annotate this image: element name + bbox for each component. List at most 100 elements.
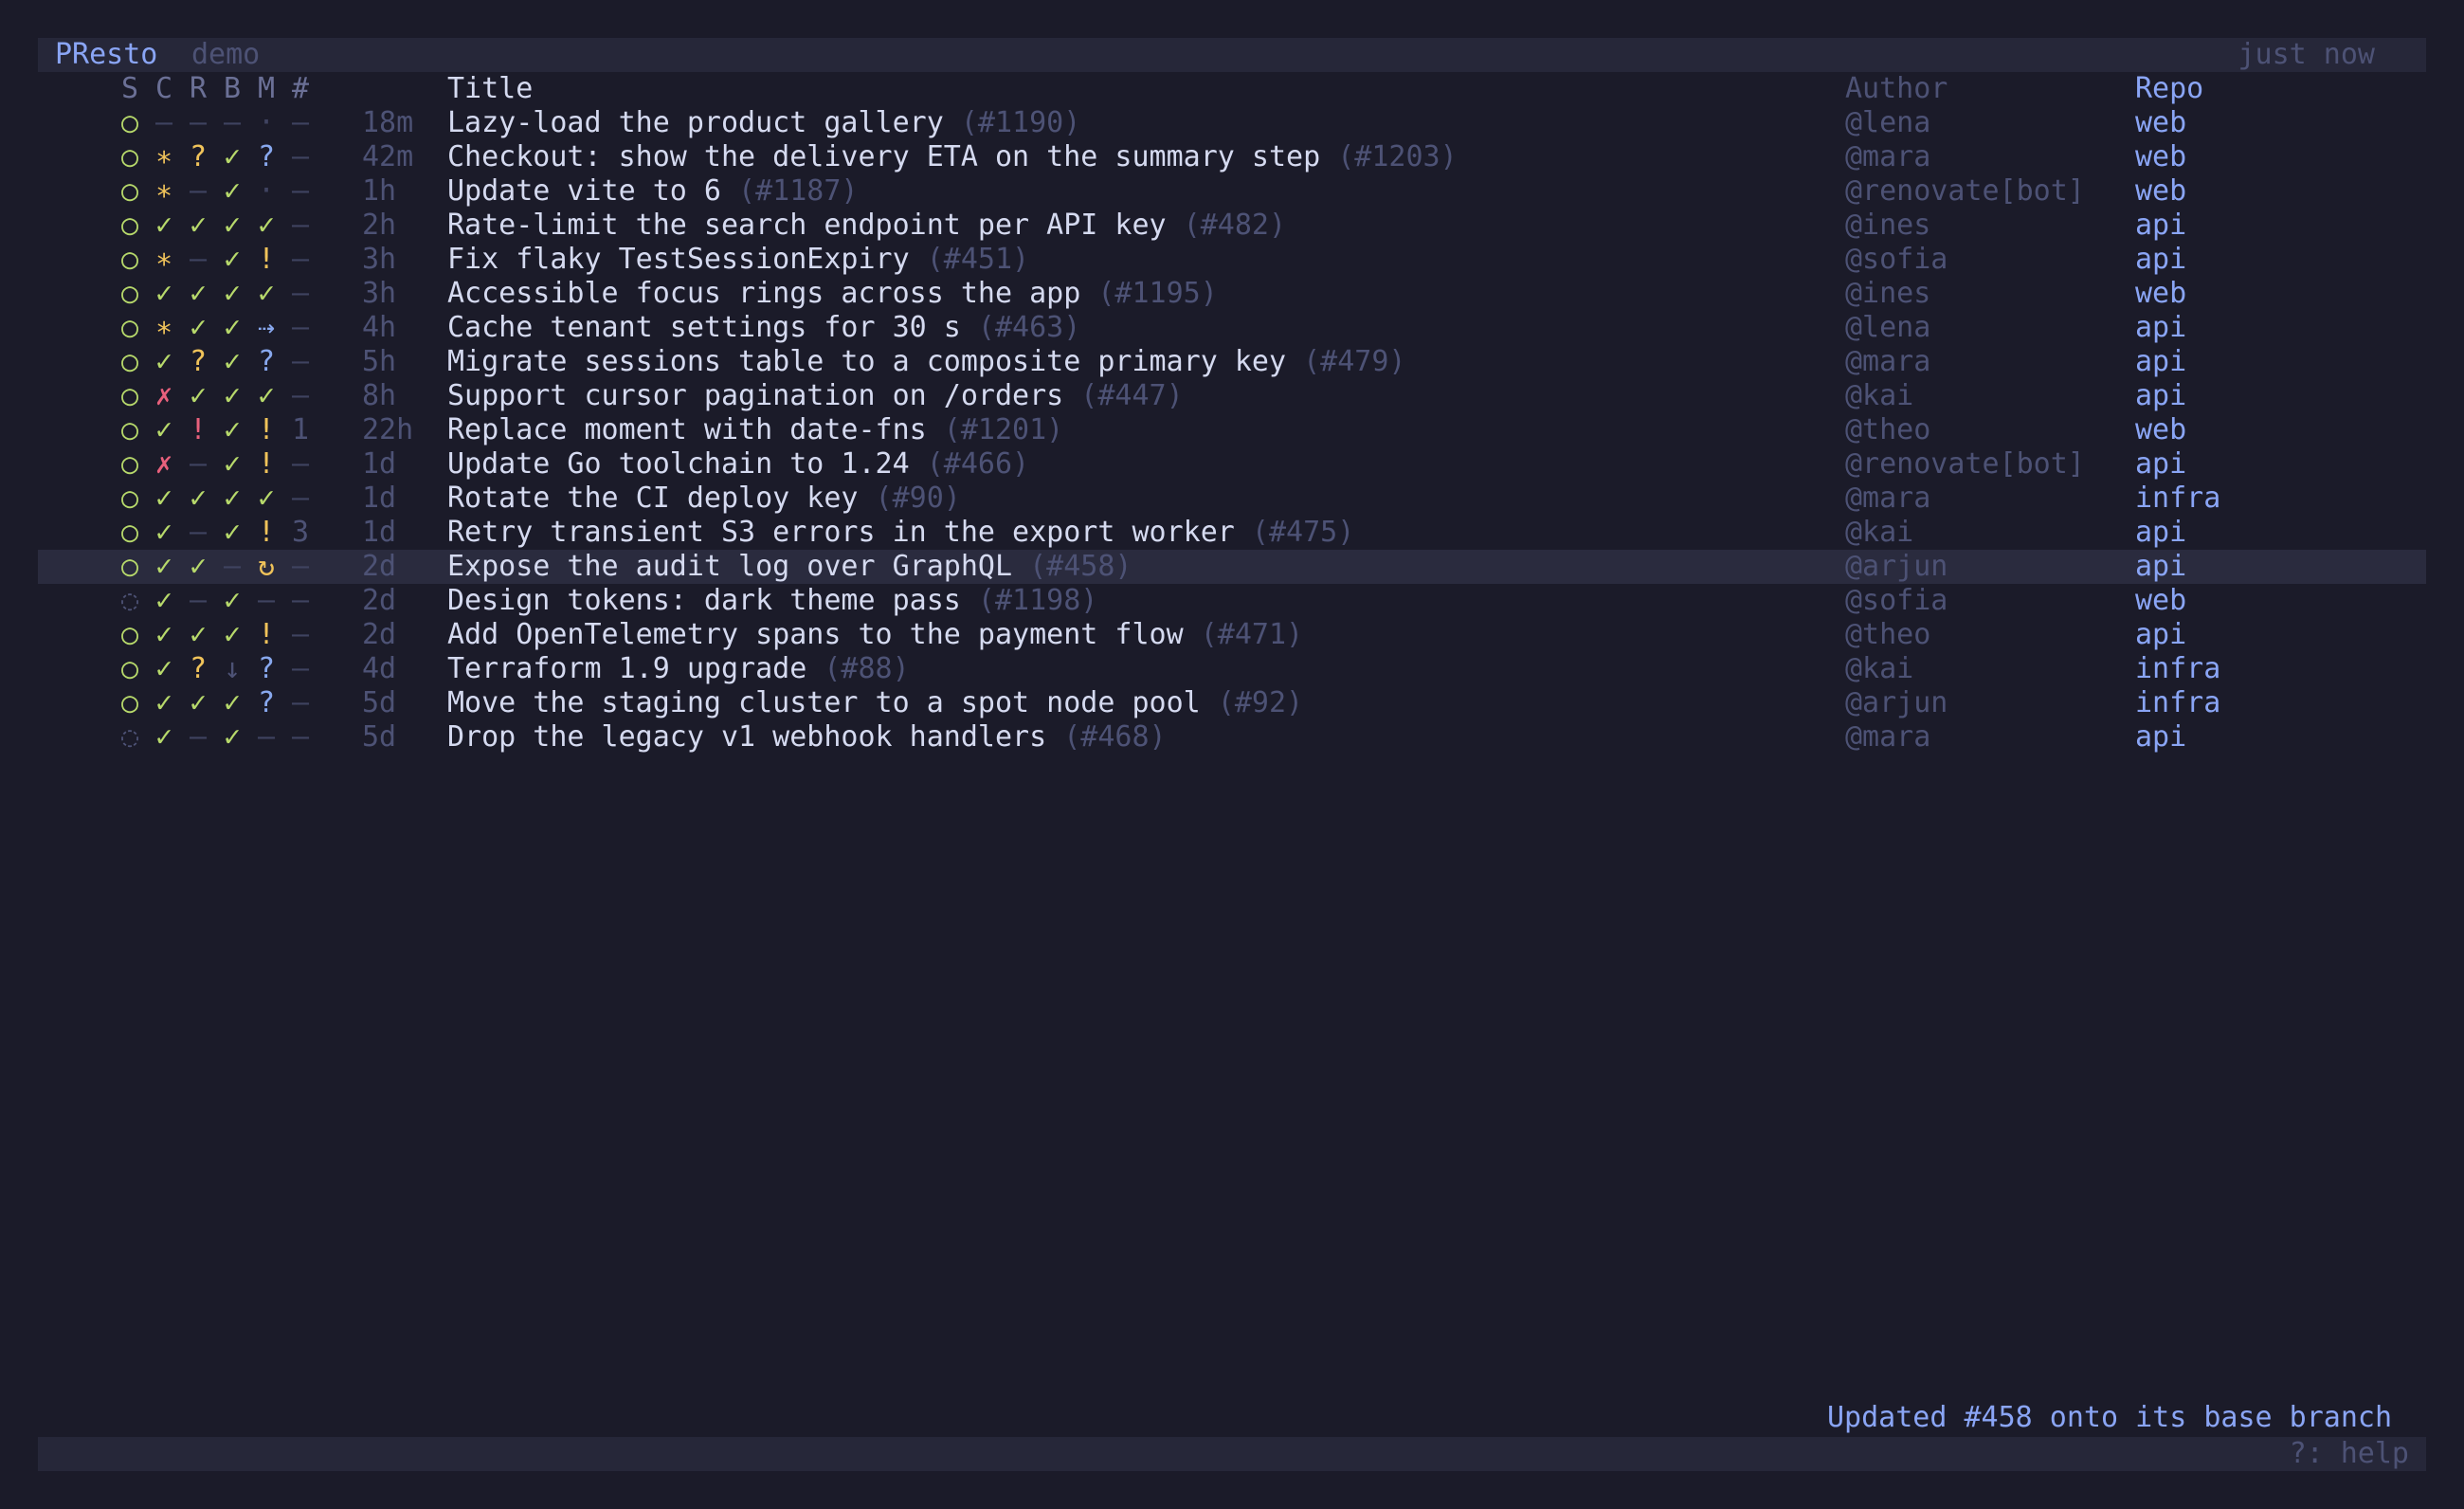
pr-number: (#468): [1063, 720, 1167, 754]
pr-title-cell[interactable]: Migrate sessions table to a composite pr…: [447, 345, 1405, 379]
pr-title-cell[interactable]: Update vite to 6 (#1187): [447, 174, 858, 209]
pr-title-cell[interactable]: Expose the audit log over GraphQL (#458): [447, 550, 1132, 584]
pr-title: Fix flaky TestSessionExpiry: [447, 243, 910, 276]
pr-row[interactable]: ◌ ✓ – ✓ – –2d Design tokens: dark theme pass (…: [38, 584, 2426, 618]
review-status-icon: ✓: [190, 550, 208, 583]
review-status-icon: –: [190, 174, 208, 208]
pr-title-cell[interactable]: Design tokens: dark theme pass (#1198): [447, 584, 1097, 618]
pr-row[interactable]: ○ ✗ – ✓! –1d Update Go toolchain to 1.24 (#46…: [38, 447, 2426, 482]
pr-title-cell[interactable]: Accessible focus rings across the app (#…: [447, 277, 1218, 311]
pr-row[interactable]: ○ ✗ ✓ ✓ ✓ –8h Support cursor pagination on /or…: [38, 379, 2426, 413]
pr-row[interactable]: ○ ✓? ↓? –4d Terraform 1.9 upgrade (#88) @kai i…: [38, 652, 2426, 686]
ci-status-icon: ✗: [155, 379, 173, 412]
pr-row[interactable]: ○ ∗ – ✓ · –1h Update vite to 6 (#1187) @renovat…: [38, 174, 2426, 209]
pr-author: @theo: [1845, 618, 1931, 651]
pr-repo: web: [2135, 106, 2187, 139]
pr-title-cell[interactable]: Checkout: show the delivery ETA on the s…: [447, 140, 1458, 174]
branch-status-icon: ✓: [224, 686, 242, 719]
branch-status-icon: ✓: [224, 413, 242, 446]
pr-number: (#1190): [960, 106, 1081, 139]
pr-title-cell[interactable]: Drop the legacy v1 webhook handlers (#46…: [447, 720, 1167, 754]
pr-row[interactable]: ○ ∗ – ✓! –3h Fix flaky TestSessionExpiry (#45…: [38, 243, 2426, 277]
pr-repo: infra: [2135, 686, 2221, 719]
column-header-merge[interactable]: M: [258, 72, 275, 106]
pr-row[interactable]: ○ ✓ ✓ – ↻ –2d Expose the audit log over GraphQ…: [38, 550, 2426, 584]
pr-row[interactable]: ○ ✓ ✓ ✓ ✓ –1d Rotate the CI deploy key (#90) @m…: [38, 482, 2426, 516]
branch-status-icon: ✓: [224, 311, 242, 344]
pr-title-cell[interactable]: Support cursor pagination on /orders (#4…: [447, 379, 1184, 413]
review-status-icon: ?: [190, 140, 208, 173]
pr-number: (#479): [1303, 345, 1406, 378]
status-bar-content: ?: help: [38, 1437, 2426, 1471]
pr-title: Rotate the CI deploy key: [447, 482, 859, 515]
branch-status-icon: ✓: [224, 618, 242, 651]
review-status-icon: ✓: [190, 277, 208, 310]
pr-row[interactable]: ○ ✓ ✓ ✓ ✓ –3h Accessible focus rings across th…: [38, 277, 2426, 311]
comment-count: –: [292, 550, 310, 583]
pr-row[interactable]: ○ ✓ ✓ ✓ ✓ –2h Rate-limit the search endpoint p…: [38, 209, 2426, 243]
pr-row[interactable]: ○ – – – · –18m Lazy-load the product gallery (…: [38, 106, 2426, 140]
comment-count: –: [292, 584, 310, 617]
pr-title-cell[interactable]: Terraform 1.9 upgrade (#88): [447, 652, 910, 686]
column-header-branch[interactable]: B: [224, 72, 241, 106]
comment-count: –: [292, 209, 310, 242]
pr-title-cell[interactable]: Add OpenTelemetry spans to the payment f…: [447, 618, 1303, 652]
branch-status-icon: ✓: [224, 379, 242, 412]
pr-repo: infra: [2135, 482, 2221, 515]
pr-row[interactable]: ○ ∗ ✓ ✓ ⇢ – 4h Cache tenant settings for 30 s (…: [38, 311, 2426, 345]
pr-age: 1h: [362, 174, 397, 208]
pr-author: @renovate[bot]: [1845, 174, 2085, 208]
merge-status-icon: ↻: [258, 550, 276, 583]
pr-repo: infra: [2135, 652, 2221, 685]
branch-status-icon: –: [224, 550, 242, 583]
pr-age: 2d: [362, 550, 397, 583]
review-status-icon: !: [190, 413, 208, 446]
pr-title-cell[interactable]: Move the staging cluster to a spot node …: [447, 686, 1303, 720]
pr-author: @mara: [1845, 720, 1931, 754]
comment-count: –: [292, 482, 310, 515]
pr-row[interactable]: ○ ✓ ✓ ✓! – 2d Add OpenTelemetry spans to the p…: [38, 618, 2426, 652]
pr-repo: web: [2135, 584, 2187, 617]
pr-title-cell[interactable]: Retry transient S3 errors in the export …: [447, 516, 1354, 550]
pr-row[interactable]: ○ ✓ – ✓! 3 1d Retry transient S3 errors in the…: [38, 516, 2426, 550]
pr-number: (#90): [875, 482, 961, 515]
ci-status-icon: ✓: [155, 720, 173, 754]
column-header-review[interactable]: R: [190, 72, 207, 106]
pr-title-cell[interactable]: Rate-limit the search endpoint per API k…: [447, 209, 1286, 243]
pr-title-cell[interactable]: Update Go toolchain to 1.24 (#466): [447, 447, 1029, 482]
review-status-icon: ✓: [190, 379, 208, 412]
pr-age: 5d: [362, 686, 397, 719]
pr-title-cell[interactable]: Rotate the CI deploy key (#90): [447, 482, 961, 516]
pr-title-cell[interactable]: Replace moment with date-fns (#1201): [447, 413, 1063, 447]
pr-row[interactable]: ○ ∗? ✓? –42m Checkout: show the delivery ETA…: [38, 140, 2426, 174]
column-header-comments[interactable]: #: [292, 72, 309, 106]
status-icon: ○: [121, 311, 139, 344]
ci-status-icon: ✓: [155, 686, 173, 719]
pr-row[interactable]: ○ ✓ ✓ ✓? – 5d Move the staging cluster to a sp…: [38, 686, 2426, 720]
status-icon: ○: [121, 345, 139, 378]
pr-title-cell[interactable]: Cache tenant settings for 30 s (#463): [447, 311, 1080, 345]
pr-row[interactable]: ○ ✓! ✓! 1 22h Replace moment with date-fns (#…: [38, 413, 2426, 447]
merge-status-icon: ✓: [258, 379, 276, 412]
pr-title-cell[interactable]: Lazy-load the product gallery (#1190): [447, 106, 1080, 140]
merge-status-icon: ✓: [258, 482, 276, 515]
column-header-ci[interactable]: C: [155, 72, 172, 106]
pr-title: Update Go toolchain to 1.24: [447, 447, 910, 481]
status-icon: ○: [121, 174, 139, 208]
pr-row[interactable]: ○ ✓? ✓? –5h Migrate sessions table to a comp…: [38, 345, 2426, 379]
pr-row[interactable]: ◌ ✓ – ✓ – –5d Drop the legacy v1 webhook handl…: [38, 720, 2426, 754]
help-hint[interactable]: ?: help: [2290, 1437, 2409, 1471]
pr-age: 42m: [362, 140, 414, 173]
pr-author: @theo: [1845, 413, 1931, 446]
status-icon: ○: [121, 482, 139, 515]
column-header-title[interactable]: Title: [447, 72, 533, 106]
comment-count: –: [292, 243, 310, 276]
pr-title-cell[interactable]: Fix flaky TestSessionExpiry (#451): [447, 243, 1029, 277]
column-header-status[interactable]: S: [121, 72, 138, 106]
comment-count: –: [292, 618, 310, 651]
pr-repo: api: [2135, 379, 2187, 412]
pr-title: Lazy-load the product gallery: [447, 106, 944, 139]
pr-repo: api: [2135, 447, 2187, 481]
column-header-repo[interactable]: Repo: [2135, 72, 2203, 106]
column-header-author[interactable]: Author: [1845, 72, 1948, 106]
